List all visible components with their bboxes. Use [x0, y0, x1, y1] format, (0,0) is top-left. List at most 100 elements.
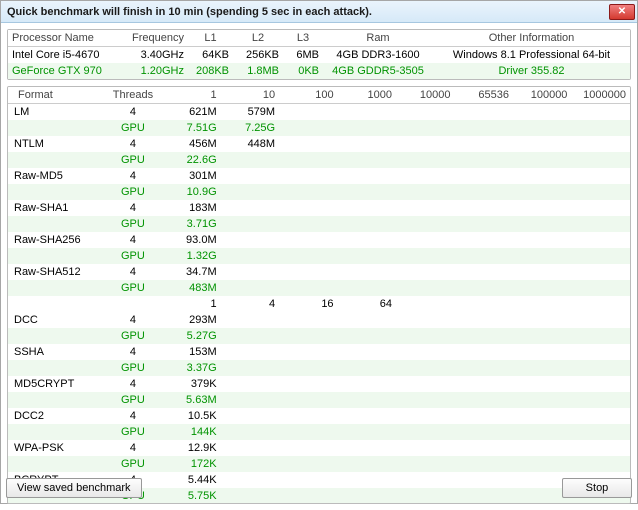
- table-row: Raw-SHA512434.7M: [8, 264, 630, 280]
- table-cell: [338, 456, 396, 472]
- bench-header[interactable]: 1000000: [571, 87, 630, 104]
- table-cell: [396, 360, 454, 376]
- table-cell: [455, 216, 513, 232]
- benchmark-panel: FormatThreads110100100010000655361000001…: [7, 86, 631, 504]
- sysinfo-cell: 4GB GDDR5-3505: [323, 63, 433, 79]
- table-cell: [571, 232, 630, 248]
- table-cell: [338, 440, 396, 456]
- view-saved-benchmark-button[interactable]: View saved benchmark: [6, 478, 142, 498]
- table-row: GPU1.32G: [8, 248, 630, 264]
- table-cell: [221, 408, 279, 424]
- table-cell: [338, 280, 396, 296]
- bench-header[interactable]: Threads: [104, 87, 162, 104]
- table-cell: [221, 168, 279, 184]
- stop-button[interactable]: Stop: [562, 478, 632, 498]
- table-cell: Raw-MD5: [8, 168, 104, 184]
- table-cell: [513, 440, 571, 456]
- table-cell: [513, 120, 571, 136]
- table-cell: [396, 184, 454, 200]
- table-cell: [279, 456, 337, 472]
- bench-header[interactable]: 100000: [513, 87, 571, 104]
- table-cell: 3.37G: [162, 360, 220, 376]
- table-cell: [571, 216, 630, 232]
- table-cell: 153M: [162, 344, 220, 360]
- table-cell: [396, 264, 454, 280]
- table-cell: 379K: [162, 376, 220, 392]
- table-cell: [396, 312, 454, 328]
- table-cell: [8, 296, 104, 312]
- table-cell: [455, 392, 513, 408]
- table-cell: 483M: [162, 280, 220, 296]
- bench-header[interactable]: 100: [279, 87, 337, 104]
- table-cell: [571, 456, 630, 472]
- close-icon: ✕: [618, 6, 626, 17]
- table-cell: [8, 120, 104, 136]
- table-cell: 4: [104, 376, 162, 392]
- table-row: MD5CRYPT4379K: [8, 376, 630, 392]
- table-cell: [8, 152, 104, 168]
- bench-header[interactable]: 10: [221, 87, 279, 104]
- table-cell: [396, 376, 454, 392]
- table-cell: [513, 216, 571, 232]
- close-button[interactable]: ✕: [609, 4, 635, 20]
- table-cell: [455, 360, 513, 376]
- table-cell: [455, 184, 513, 200]
- table-cell: [513, 104, 571, 121]
- table-cell: [571, 296, 630, 312]
- table-row: 141664: [8, 296, 630, 312]
- bench-header[interactable]: 65536: [455, 87, 513, 104]
- sysinfo-cell: 0KB: [283, 63, 323, 79]
- table-cell: [279, 152, 337, 168]
- table-cell: [571, 168, 630, 184]
- table-cell: [279, 184, 337, 200]
- table-cell: MD5CRYPT: [8, 376, 104, 392]
- table-cell: [338, 424, 396, 440]
- sysinfo-header: Processor Name: [8, 30, 128, 47]
- table-cell: [221, 216, 279, 232]
- table-cell: GPU: [104, 152, 162, 168]
- table-cell: [279, 232, 337, 248]
- table-cell: 4: [104, 312, 162, 328]
- table-cell: 293M: [162, 312, 220, 328]
- table-cell: [396, 216, 454, 232]
- table-cell: [221, 200, 279, 216]
- table-cell: GPU: [104, 392, 162, 408]
- table-cell: GPU: [104, 280, 162, 296]
- sysinfo-cell: 256KB: [233, 47, 283, 64]
- table-cell: [455, 312, 513, 328]
- table-cell: [338, 216, 396, 232]
- table-cell: [396, 280, 454, 296]
- table-cell: DCC2: [8, 408, 104, 424]
- table-cell: [279, 120, 337, 136]
- bench-header[interactable]: Format: [8, 87, 104, 104]
- table-cell: 4: [104, 344, 162, 360]
- table-cell: GPU: [104, 328, 162, 344]
- table-row: GPU144K: [8, 424, 630, 440]
- table-cell: [571, 424, 630, 440]
- table-cell: [279, 408, 337, 424]
- table-row: GPU5.63M: [8, 392, 630, 408]
- bench-header[interactable]: 1000: [338, 87, 396, 104]
- table-row: LM4621M579M: [8, 104, 630, 121]
- table-cell: [221, 232, 279, 248]
- table-cell: 1.32G: [162, 248, 220, 264]
- sysinfo-cell: 4GB DDR3-1600: [323, 47, 433, 64]
- bench-header[interactable]: 10000: [396, 87, 454, 104]
- table-cell: [513, 344, 571, 360]
- table-cell: [571, 136, 630, 152]
- table-cell: [455, 408, 513, 424]
- table-cell: [513, 296, 571, 312]
- table-cell: [455, 440, 513, 456]
- table-cell: 621M: [162, 104, 220, 121]
- bench-header[interactable]: 1: [162, 87, 220, 104]
- table-cell: [455, 168, 513, 184]
- table-cell: [279, 168, 337, 184]
- table-cell: [455, 264, 513, 280]
- table-cell: [8, 456, 104, 472]
- table-cell: [396, 392, 454, 408]
- sysinfo-cell: 208KB: [188, 63, 233, 79]
- table-cell: [455, 248, 513, 264]
- table-cell: [104, 296, 162, 312]
- table-row: DCC4293M: [8, 312, 630, 328]
- table-cell: [279, 424, 337, 440]
